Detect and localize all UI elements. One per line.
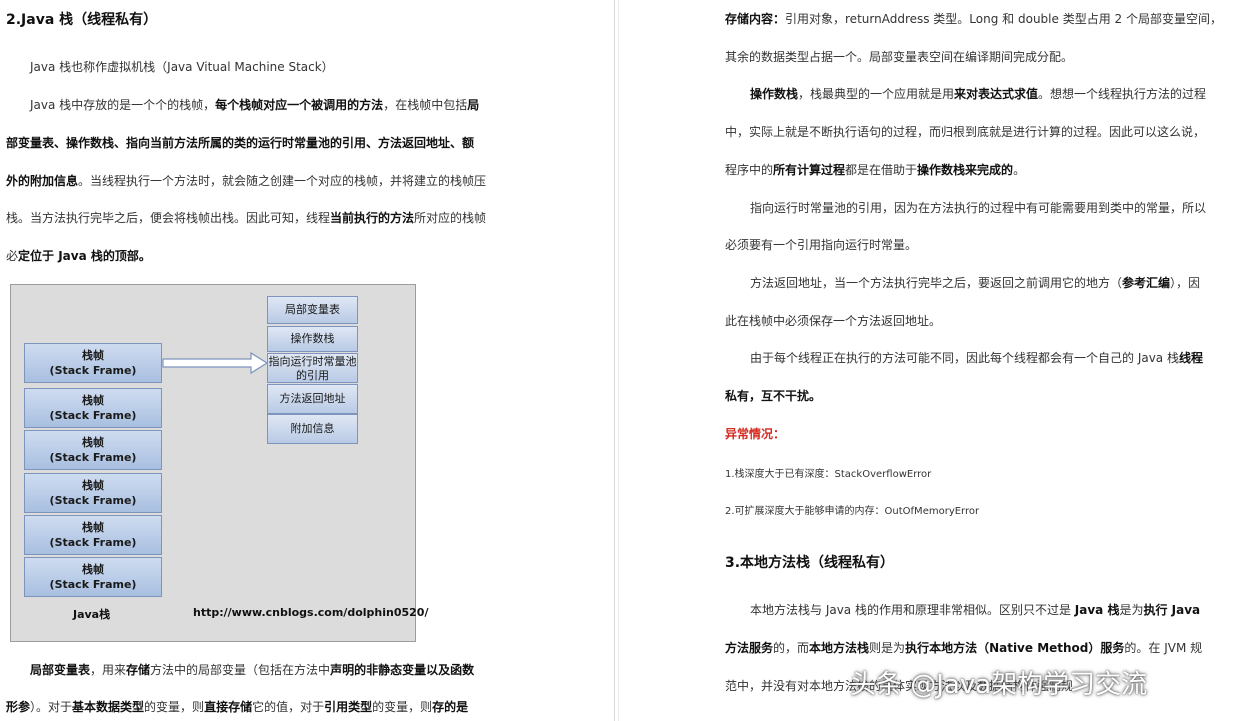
operand-stack-box: 操作数栈: [267, 326, 358, 352]
paragraph-line: 必须要有一个引用指向运行时常量。: [725, 238, 918, 252]
paragraph-line: 局部变量表，用来存储方法中的局部变量（包括在方法中声明的非静态变量以及函数: [30, 663, 475, 677]
paragraph-line: 本地方法栈与 Java 栈的作用和原理非常相似。区别只不过是 Java 栈是为执…: [750, 603, 1201, 617]
stack-frame-box: 栈帧 (Stack Frame): [24, 515, 162, 555]
exception-item: 1.栈深度大于已有深度：StackOverflowError: [725, 469, 932, 480]
paragraph-line: 栈。当方法执行完毕之后，便会将栈帧出栈。因此可知，线程当前执行的方法所对应的栈帧: [6, 211, 487, 225]
arrow-icon: [162, 351, 269, 375]
paragraph-line: 私有，互不干扰。: [725, 389, 822, 403]
paragraph-line: 由于每个线程正在执行的方法可能不同，因此每个线程都会有一个自己的 Java 栈线…: [750, 351, 1203, 365]
stack-frame-box: 栈帧 (Stack Frame): [24, 473, 162, 513]
paragraph-line: 程序中的所有计算过程都是在借助于操作数栈来完成的。: [725, 163, 1026, 177]
paragraph-line: 部变量表、操作数栈、指向当前方法所属的类的运行时常量池的引用、方法返回地址、额: [6, 136, 475, 150]
left-document-page: 2.Java 栈（线程私有） Java 栈也称作虚拟机栈（Java Vitual…: [0, 0, 614, 721]
additional-info-box: 附加信息: [267, 414, 358, 444]
local-variable-table-box: 局部变量表: [267, 296, 358, 324]
stack-frame-box: 栈帧 (Stack Frame): [24, 430, 162, 470]
paragraph-java-stack-alias: Java 栈也称作虚拟机栈（Java Vitual Machine Stack）: [30, 60, 334, 74]
paragraph-line: 存储内容：引用对象，returnAddress 类型。Long 和 double…: [725, 12, 1222, 26]
diagram-caption: Java栈: [73, 608, 111, 621]
section-heading-native-stack: 3.本地方法栈（线程私有）: [725, 555, 895, 571]
right-document-page: 存储内容：引用对象，returnAddress 类型。Long 和 double…: [620, 0, 1240, 721]
return-address-box: 方法返回地址: [267, 384, 358, 414]
stack-frame-box: 栈帧 (Stack Frame): [24, 343, 162, 383]
exception-heading: 异常情况：: [725, 427, 786, 441]
diagram-source-url: http://www.cnblogs.com/dolphin0520/: [193, 606, 429, 619]
constant-pool-ref-box: 指向运行时常量池的引用: [267, 353, 358, 383]
paragraph-line: 形参）。对于基本数据类型的变量，则直接存储它的值，对于引用类型的变量，则存的是: [6, 700, 469, 714]
java-stack-diagram: 栈帧 (Stack Frame) 栈帧 (Stack Frame) 栈帧 (Stack…: [10, 284, 428, 642]
paragraph-line: 操作数栈，栈最典型的一个应用就是用来对表达式求值。想想一个线程执行方法的过程: [750, 87, 1207, 101]
stack-frame-box: 栈帧 (Stack Frame): [24, 557, 162, 597]
paragraph-line: 外的附加信息。当线程执行一个方法时，就会随之创建一个对应的栈帧，并将建立的栈帧压: [6, 174, 487, 188]
page-divider: [614, 0, 615, 721]
watermark-text: 头条 @Java架构学习交流: [850, 670, 1148, 700]
paragraph-line: 方法服务的，而本地方法栈则是为执行本地方法（Native Method）服务的。…: [725, 641, 1203, 655]
paragraph-line: 此在栈帧中必须保存一个方法返回地址。: [725, 314, 942, 328]
paragraph-line: 其余的数据类型占据一个。局部变量表空间在编译期间完成分配。: [725, 50, 1074, 64]
paragraph-line: 方法返回地址，当一个方法执行完毕之后，要返回之前调用它的地方（参考汇编），因: [750, 276, 1201, 290]
page-divider: [618, 0, 619, 721]
paragraph-line: Java 栈中存放的是一个个的栈帧，每个栈帧对应一个被调用的方法，在栈帧中包括局: [30, 98, 480, 112]
paragraph-line: 指向运行时常量池的引用，因为在方法执行的过程中有可能需要用到类中的常量，所以: [750, 201, 1207, 215]
paragraph-line: 必定位于 Java 栈的顶部。: [6, 249, 151, 263]
exception-item: 2.可扩展深度大于能够申请的内存：OutOfMemoryError: [725, 506, 980, 517]
paragraph-line: 中，实际上就是不断执行语句的过程，而归根到底就是进行计算的过程。因此可以这么说，: [725, 125, 1206, 139]
section-heading-java-stack: 2.Java 栈（线程私有）: [6, 12, 158, 28]
stack-frame-box: 栈帧 (Stack Frame): [24, 388, 162, 428]
